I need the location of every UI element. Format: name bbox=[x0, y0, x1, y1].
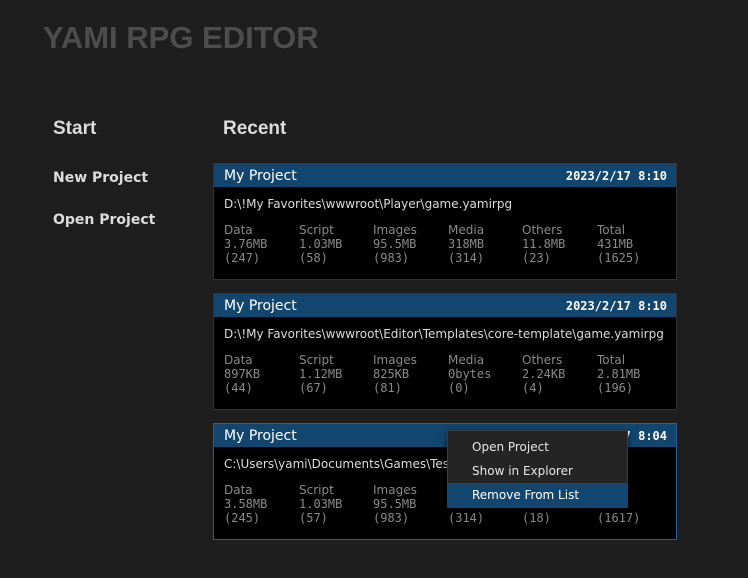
stat-label: Script bbox=[299, 353, 334, 367]
stat-label: Data bbox=[224, 353, 253, 367]
stat-size: 95.5MB bbox=[373, 237, 417, 251]
stat-images: Images 95.5MB (983) bbox=[373, 223, 448, 265]
stat-size: 3.58MB bbox=[224, 497, 268, 511]
stat-script: Script 1.03MB (58) bbox=[299, 223, 373, 265]
stat-label: Data bbox=[224, 483, 253, 497]
stat-count: (245) bbox=[224, 511, 261, 525]
project-date: 2023/2/17 8:10 bbox=[565, 168, 667, 183]
stat-media: Media 0bytes (0) bbox=[448, 353, 522, 395]
stat-size: 3.76MB bbox=[224, 237, 268, 251]
stat-count: (247) bbox=[224, 251, 261, 265]
stat-size: 2.81MB bbox=[597, 367, 641, 381]
open-project-link[interactable]: Open Project bbox=[53, 212, 155, 228]
stat-label: Data bbox=[224, 223, 253, 237]
stat-media: Media 318MB (314) bbox=[448, 223, 522, 265]
stat-count: (57) bbox=[299, 511, 328, 525]
stat-size: 11.8MB bbox=[522, 237, 566, 251]
card-header: My Project 2023/2/17 8:10 bbox=[214, 294, 676, 317]
stat-size: 0bytes bbox=[448, 367, 492, 381]
stat-label: Script bbox=[299, 223, 334, 237]
project-path: C:\Users\yami\Documents\Games\Test\ bbox=[224, 457, 458, 471]
stat-count: (0) bbox=[448, 381, 470, 395]
stat-size: 1.12MB bbox=[299, 367, 343, 381]
stat-data: Data 3.76MB (247) bbox=[224, 223, 299, 265]
stat-data: Data 897KB (44) bbox=[224, 353, 299, 395]
menu-item-remove-from-list[interactable]: Remove From List bbox=[448, 483, 627, 507]
stat-size: 825KB bbox=[373, 367, 410, 381]
stat-size: 1.03MB bbox=[299, 237, 343, 251]
stat-size: 95.5MB bbox=[373, 497, 417, 511]
stat-count: (18) bbox=[522, 511, 551, 525]
project-path: D:\!My Favorites\wwwroot\Editor\Template… bbox=[224, 327, 664, 341]
stat-count: (4) bbox=[522, 381, 544, 395]
stat-label: Images bbox=[373, 223, 417, 237]
stat-label: Images bbox=[373, 353, 417, 367]
menu-item-show-in-explorer[interactable]: Show in Explorer bbox=[448, 459, 627, 483]
stat-count: (314) bbox=[448, 511, 485, 525]
stat-label: Others bbox=[522, 223, 563, 237]
stat-count: (44) bbox=[224, 381, 253, 395]
stat-label: Others bbox=[522, 353, 563, 367]
project-path: D:\!My Favorites\wwwroot\Player\game.yam… bbox=[224, 197, 513, 211]
stat-data: Data 3.58MB (245) bbox=[224, 483, 299, 525]
stat-count: (58) bbox=[299, 251, 328, 265]
recent-heading: Recent bbox=[223, 118, 287, 139]
context-menu: Open Project Show in Explorer Remove From … bbox=[447, 430, 628, 508]
stat-count: (23) bbox=[522, 251, 551, 265]
stat-label: Total bbox=[597, 353, 626, 367]
stat-count: (983) bbox=[373, 251, 410, 265]
stat-total: Total 2.81MB (196) bbox=[597, 353, 672, 395]
stat-count: (314) bbox=[448, 251, 485, 265]
new-project-link[interactable]: New Project bbox=[53, 170, 148, 186]
stat-total: Total 431MB (1625) bbox=[597, 223, 672, 265]
project-name: My Project bbox=[224, 427, 297, 444]
stat-label: Total bbox=[597, 223, 626, 237]
stat-count: (1625) bbox=[597, 251, 641, 265]
project-stats: Data 3.76MB (247) Script 1.03MB (58) Images 95.… bbox=[224, 223, 672, 265]
stat-count: (67) bbox=[299, 381, 328, 395]
stat-size: 431MB bbox=[597, 237, 634, 251]
stat-others: Others 11.8MB (23) bbox=[522, 223, 597, 265]
project-name: My Project bbox=[224, 297, 297, 314]
project-date: 2023/2/17 8:10 bbox=[565, 298, 667, 313]
stat-script: Script 1.03MB (57) bbox=[299, 483, 373, 525]
stat-count: (983) bbox=[373, 511, 410, 525]
stat-size: 1.03MB bbox=[299, 497, 343, 511]
card-header: My Project 2023/2/17 8:10 bbox=[214, 164, 676, 187]
stat-count: (81) bbox=[373, 381, 402, 395]
app-title: YAMI RPG EDITOR bbox=[43, 20, 319, 55]
stat-size: 2.24KB bbox=[522, 367, 566, 381]
recent-project-card[interactable]: My Project 2023/2/17 8:10 D:\!My Favorites… bbox=[213, 163, 677, 280]
project-name: My Project bbox=[224, 167, 297, 184]
stat-size: 897KB bbox=[224, 367, 261, 381]
stat-images: Images 95.5MB (983) bbox=[373, 483, 448, 525]
stat-count: (1617) bbox=[597, 511, 641, 525]
menu-item-open-project[interactable]: Open Project bbox=[448, 435, 627, 459]
stat-label: Images bbox=[373, 483, 417, 497]
recent-project-card[interactable]: My Project 2023/2/17 8:10 D:\!My Favorites… bbox=[213, 293, 677, 410]
stat-label: Media bbox=[448, 223, 485, 237]
stat-others: Others 2.24KB (4) bbox=[522, 353, 597, 395]
stat-size: 318MB bbox=[448, 237, 485, 251]
stat-script: Script 1.12MB (67) bbox=[299, 353, 373, 395]
project-stats: Data 897KB (44) Script 1.12MB (67) Images 825KB… bbox=[224, 353, 672, 395]
stat-count: (196) bbox=[597, 381, 634, 395]
start-heading: Start bbox=[53, 118, 97, 139]
stat-images: Images 825KB (81) bbox=[373, 353, 448, 395]
stat-label: Script bbox=[299, 483, 334, 497]
stat-label: Media bbox=[448, 353, 485, 367]
